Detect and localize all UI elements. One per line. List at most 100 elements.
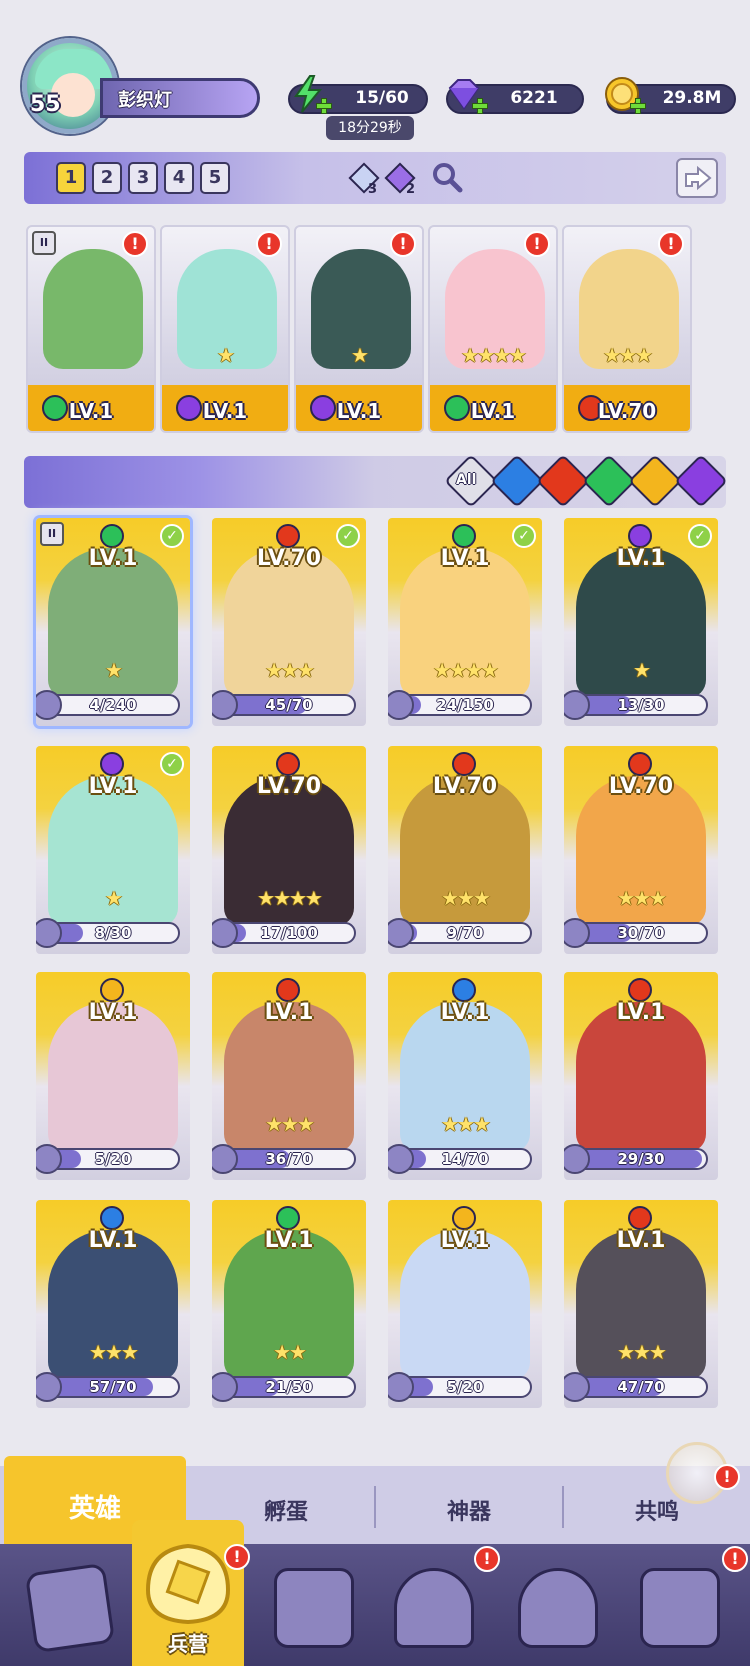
team-tab-1[interactable]: 1 [56, 162, 86, 194]
slot-level: LV.70 [597, 399, 657, 423]
hero-stars: ★★★ [617, 1340, 667, 1364]
hero-card[interactable]: LV.1 ✓ ★ 13/30 [564, 518, 718, 726]
share-button[interactable] [676, 158, 718, 198]
team-tab-2[interactable]: 2 [92, 162, 122, 194]
team-slot[interactable]: ★★★★ LV.1! [428, 225, 558, 433]
hero-card[interactable]: LV.1 ★★★ 57/70 [36, 1200, 190, 1408]
shard-progress-text: 57/70 [89, 1378, 137, 1396]
shard-progress-bar: 24/150 [398, 694, 532, 716]
gold-plus-icon[interactable] [630, 98, 646, 114]
share-icon [685, 165, 712, 191]
shard-progress-bar: 36/70 [222, 1148, 356, 1170]
hero-card[interactable]: LV.70 ★★★ 30/70 [564, 746, 718, 954]
hero-level: LV.1 [264, 1228, 314, 1253]
slot-stars: ★ [217, 343, 235, 367]
blue-element-icon [100, 1206, 124, 1230]
nav-map[interactable] [254, 1560, 374, 1660]
shard-progress-text: 24/150 [436, 696, 494, 714]
shard-progress-text: 5/20 [446, 1378, 484, 1396]
player-level: 55 [30, 92, 61, 117]
hero-stars: ★ [105, 886, 123, 910]
hero-card[interactable]: LV.1 ★★ 21/50 [212, 1200, 366, 1408]
hero-level: LV.70 [256, 774, 322, 799]
map-icon [274, 1568, 354, 1648]
hero-level: LV.1 [616, 1228, 666, 1253]
shard-progress-bar: 29/30 [574, 1148, 708, 1170]
fire-element-icon [276, 752, 300, 776]
shard-progress-text: 4/240 [89, 696, 137, 714]
slot-alert-badge: ! [390, 231, 416, 257]
shard-progress-text: 9/70 [446, 924, 484, 942]
hero-card[interactable]: LV.70 ★★★★ 17/100 [212, 746, 366, 954]
shard-progress-text: 5/20 [94, 1150, 132, 1168]
mushroom-icon [518, 1568, 598, 1648]
check-icon: ✓ [512, 524, 536, 548]
hero-card[interactable]: LV.1 5/20 [388, 1200, 542, 1408]
hero-level: LV.1 [88, 774, 138, 799]
hero-card[interactable]: LV.70 ★★★ 9/70 [388, 746, 542, 954]
slot-stars: ★ [351, 343, 369, 367]
hero-card[interactable]: LV.70 ✓ ★★★ 45/70 [212, 518, 366, 726]
shard-progress-text: 36/70 [265, 1150, 313, 1168]
banner-alert-badge: ! [722, 1546, 748, 1572]
castle-alert-badge: ! [474, 1546, 500, 1572]
team-slot[interactable]: LV.1! II [26, 225, 156, 433]
hero-portrait [43, 249, 143, 369]
tab-resonance[interactable]: 共鸣 [564, 1494, 750, 1526]
tab-artifacts[interactable]: 神器 [376, 1494, 562, 1526]
team-tab-5[interactable]: 5 [200, 162, 230, 194]
hero-stars: ★★★ [441, 1112, 491, 1136]
gems-value: 6221 [510, 88, 558, 108]
hero-level: LV.1 [616, 546, 666, 571]
gems-plus-icon[interactable] [472, 98, 488, 114]
shard-progress-bar: 4/240 [46, 694, 180, 716]
fire-element-icon [628, 1206, 652, 1230]
nav-cards[interactable] [14, 1560, 134, 1660]
shard-progress-bar: 30/70 [574, 922, 708, 944]
search-icon[interactable] [430, 160, 464, 194]
team-tab-3[interactable]: 3 [128, 162, 158, 194]
shard-progress-bar: 57/70 [46, 1376, 180, 1398]
nav-mushroom[interactable] [498, 1560, 618, 1660]
castle-icon [394, 1568, 474, 1648]
hero-card[interactable]: LV.1 ★★★ 36/70 [212, 972, 366, 1180]
rank-badge-icon: II [32, 231, 56, 255]
hero-card[interactable]: LV.1 ✓ ★ 8/30 [36, 746, 190, 954]
slot-alert-badge: ! [122, 231, 148, 257]
energy-plus-icon[interactable] [316, 98, 332, 114]
hero-card[interactable]: LV.1 5/20 [36, 972, 190, 1180]
hero-stars: ★★★ [89, 1340, 139, 1364]
nav-castle[interactable] [374, 1560, 494, 1660]
nav-banner[interactable] [620, 1560, 740, 1660]
crystal-a-icon[interactable] [344, 158, 384, 198]
slot-stars: ★★★★ [461, 343, 527, 367]
team-slot[interactable]: ★★★ LV.70! [562, 225, 692, 433]
slot-level: LV.1 [202, 399, 248, 423]
cards-icon [24, 1562, 116, 1654]
check-icon: ✓ [160, 524, 184, 548]
team-tab-4[interactable]: 4 [164, 162, 194, 194]
shard-progress-bar: 14/70 [398, 1148, 532, 1170]
shard-progress-text: 47/70 [617, 1378, 665, 1396]
fire-element-icon [628, 978, 652, 1002]
shard-progress-bar: 17/100 [222, 922, 356, 944]
hero-level: LV.1 [88, 1228, 138, 1253]
team-slot[interactable]: ★ LV.1! [160, 225, 290, 433]
hero-card[interactable]: LV.1 ★★★ 47/70 [564, 1200, 718, 1408]
hero-card[interactable]: LV.1 29/30 [564, 972, 718, 1180]
team-slot[interactable]: ★ LV.1! [294, 225, 424, 433]
hero-level: LV.70 [432, 774, 498, 799]
shard-progress-text: 30/70 [617, 924, 665, 942]
fire-element-icon [628, 752, 652, 776]
shard-progress-bar: 45/70 [222, 694, 356, 716]
banner-icon [640, 1568, 720, 1648]
green-element-icon [100, 524, 124, 548]
fire-element-icon [452, 752, 476, 776]
slot-stars: ★★★ [603, 343, 653, 367]
hero-card[interactable]: LV.1 ✓ ★★★★ 24/150 [388, 518, 542, 726]
hero-stars: ★★★ [441, 886, 491, 910]
hero-level: LV.70 [256, 546, 322, 571]
shard-progress-bar: 13/30 [574, 694, 708, 716]
hero-card[interactable]: LV.1 ✓ II ★ 4/240 [36, 518, 190, 726]
hero-card[interactable]: LV.1 ★★★ 14/70 [388, 972, 542, 1180]
